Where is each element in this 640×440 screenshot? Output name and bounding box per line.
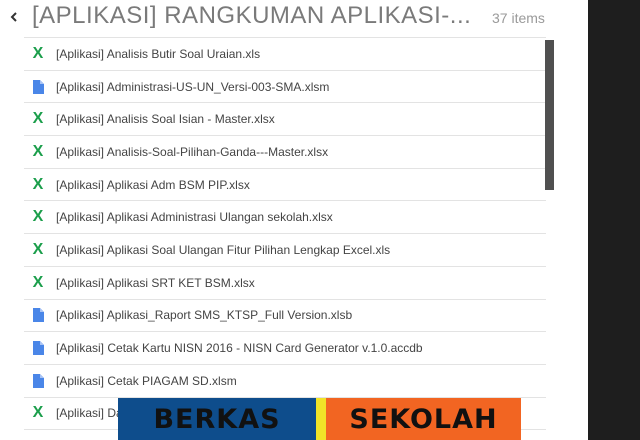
document-icon [30,307,46,323]
item-count: 37 items [492,10,545,26]
file-row[interactable]: [Aplikasi] Aplikasi_Raport SMS_KTSP_Full… [24,300,546,333]
banner-right-panel: SEKOLAH [326,398,521,440]
file-name: [Aplikasi] Analisis Soal Isian - Master.… [56,112,275,127]
document-icon [30,340,46,356]
file-name: [Aplikasi] Administrasi-US-UN_Versi-003-… [56,79,330,94]
excel-icon: X [32,44,44,62]
folder-header: [APLIKASI] RANGKUMAN APLIKASI-... 37 ite… [0,0,588,37]
file-row[interactable]: X [Aplikasi] Aplikasi SRT KET BSM.xlsx [24,267,546,300]
banner-left-text: BERKAS [153,403,281,435]
excel-icon: X [32,110,44,128]
file-row[interactable]: X [Aplikasi] Aplikasi Adm BSM PIP.xlsx [24,169,546,202]
excel-icon: X [32,273,44,291]
file-row[interactable]: [Aplikasi] Administrasi-US-UN_Versi-003-… [24,71,546,104]
file-name: [Aplikasi] Aplikasi_Raport SMS_KTSP_Full… [56,308,353,323]
file-name: [Aplikasi] Da [56,406,123,421]
excel-icon: X [32,208,44,226]
file-row[interactable]: X [Aplikasi] Aplikasi Administrasi Ulang… [24,201,546,235]
banner-right-text: SEKOLAH [349,403,498,435]
document-icon [30,79,46,95]
banner-divider [316,398,326,440]
file-name: [Aplikasi] Cetak PIAGAM SD.xlsm [56,373,237,388]
file-name: [Aplikasi] Analisis Butir Soal Uraian.xl… [56,46,261,61]
file-name: [Aplikasi] Aplikasi Soal Ulangan Fitur P… [56,242,391,257]
file-row[interactable]: X [Aplikasi] Analisis Soal Isian - Maste… [24,103,546,137]
vertical-scrollbar[interactable] [545,37,554,440]
banner-left-panel: BERKAS [118,398,316,440]
file-row[interactable]: X [Aplikasi] Analisis-Soal-Pilihan-Ganda… [24,136,546,169]
file-row[interactable]: X [Aplikasi] Analisis Butir Soal Uraian.… [24,38,546,71]
file-name: [Aplikasi] Cetak Kartu NISN 2016 - NISN … [56,341,423,356]
excel-icon: X [32,175,44,193]
watermark-banner: BERKAS SEKOLAH [118,398,521,440]
scrollbar-thumb[interactable] [545,40,554,190]
chevron-left-icon [10,12,18,22]
folder-title: [APLIKASI] RANGKUMAN APLIKASI-... [32,2,472,29]
file-row[interactable]: [Aplikasi] Cetak PIAGAM SD.xlsm [24,365,546,398]
file-name: [Aplikasi] Aplikasi Administrasi Ulangan… [56,210,333,225]
file-name: [Aplikasi] Aplikasi SRT KET BSM.xlsx [56,275,255,290]
excel-icon: X [32,404,44,422]
file-name: [Aplikasi] Aplikasi Adm BSM PIP.xlsx [56,177,250,192]
document-icon [30,373,46,389]
excel-icon: X [32,142,44,160]
dark-side-panel [588,0,640,440]
file-row[interactable]: [Aplikasi] Cetak Kartu NISN 2016 - NISN … [24,332,546,365]
file-row[interactable]: X [Aplikasi] Aplikasi Soal Ulangan Fitur… [24,234,546,267]
file-list: X [Aplikasi] Analisis Butir Soal Uraian.… [24,37,546,440]
back-button[interactable] [6,8,22,26]
excel-icon: X [32,240,44,258]
file-name: [Aplikasi] Analisis-Soal-Pilihan-Ganda--… [56,144,329,159]
